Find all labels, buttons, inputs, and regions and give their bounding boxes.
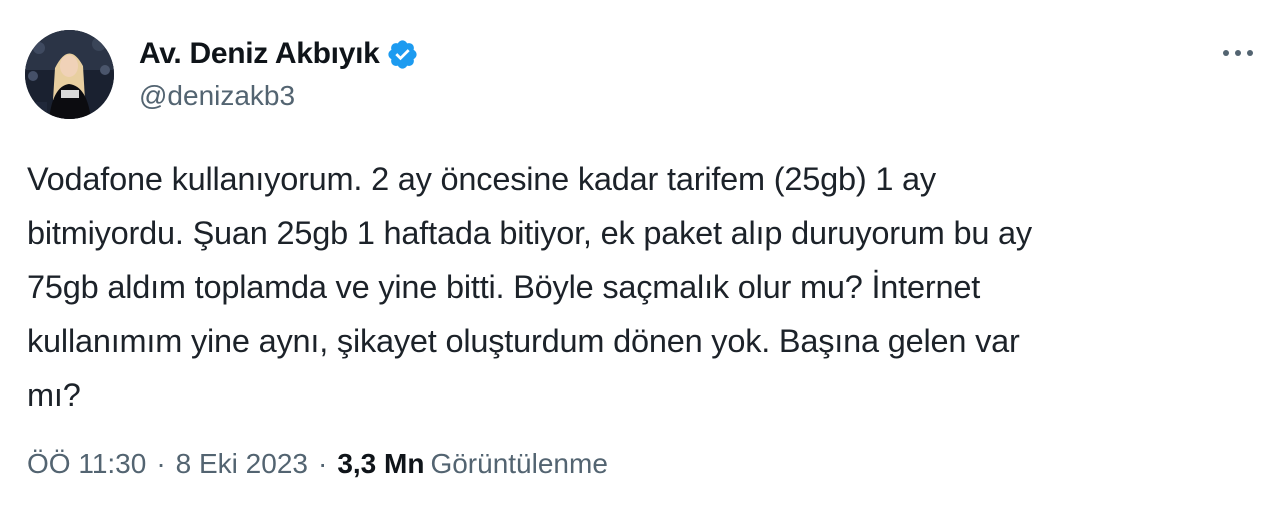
meta-separator: · [156,448,166,479]
tweet-meta: ÖÖ 11:30 · 8 Eki 2023 · 3,3 Mn Görüntüle… [27,448,608,480]
views-label: Görüntülenme [430,448,608,479]
tweet-text: Vodafone kullanıyorum. 2 ay öncesine kad… [27,152,1247,422]
tweet-date[interactable]: 8 Eki 2023 [176,448,308,480]
meta-separator: · [317,448,328,479]
author-display-name[interactable]: Av. Deniz Akbıyık [139,37,380,71]
tweet-time[interactable]: ÖÖ 11:30 [27,448,146,480]
avatar-image [25,30,114,119]
more-options-button[interactable] [1218,38,1258,68]
tweet-text-line: Vodafone kullanıyorum. 2 ay öncesine kad… [27,161,936,197]
verified-badge-icon [386,38,419,71]
author-name-row: Av. Deniz Akbıyık [139,36,419,72]
tweet-card: Av. Deniz Akbıyık @denizakb3 Vodafone ku… [0,0,1280,506]
views-count: 3,3 Mn [337,448,425,479]
author-handle[interactable]: @denizakb3 [139,80,295,112]
tweet-text-line: bitmiyordu. Şuan 25gb 1 haftada bitiyor,… [27,215,1032,251]
more-horizontal-icon [1223,50,1253,56]
tweet-text-line: kullanımım yine aynı, şikayet oluşturdum… [27,323,1020,359]
tweet-text-line: 75gb aldım toplamda ve yine bitti. Böyle… [27,269,981,305]
avatar[interactable] [25,30,114,119]
tweet-text-line: mı? [27,377,81,413]
